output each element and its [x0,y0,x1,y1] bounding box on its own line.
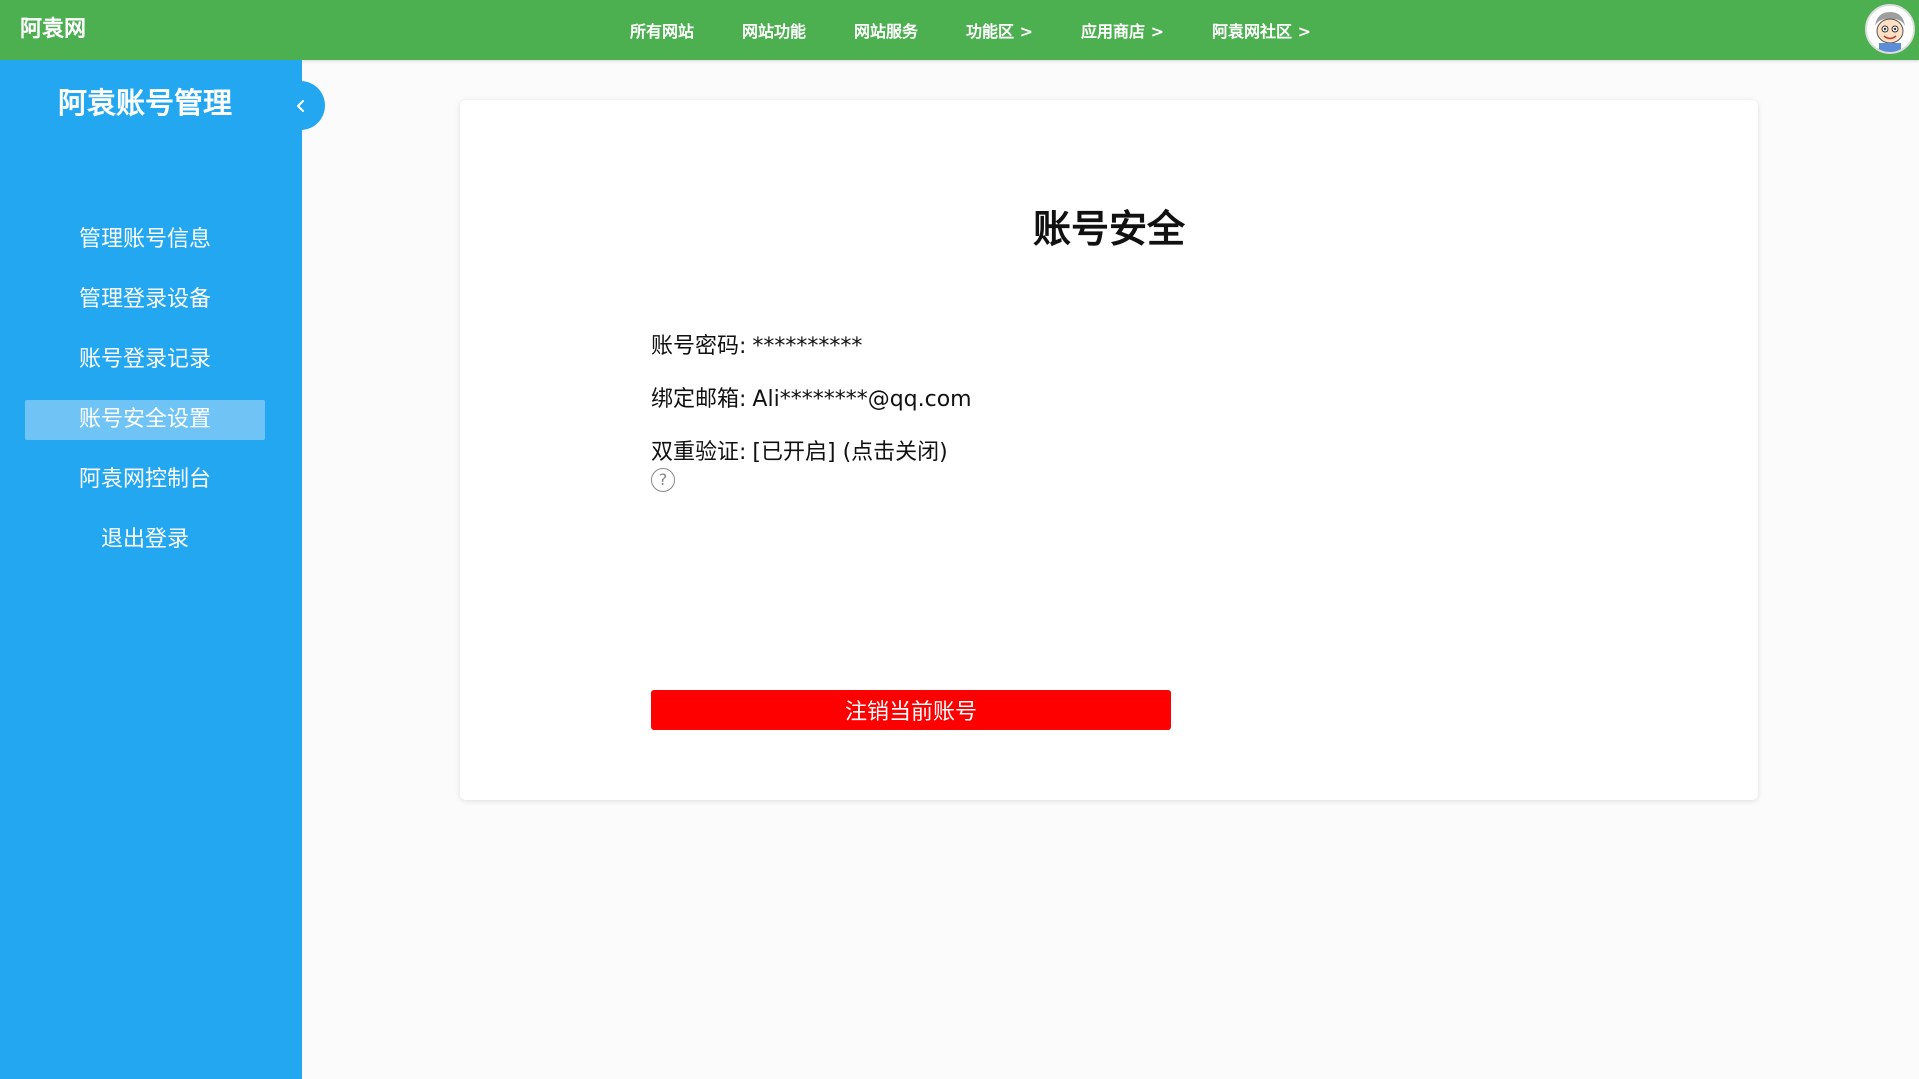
page-title: 账号安全 [1032,207,1185,251]
user-avatar[interactable] [1865,4,1915,54]
password-label: 账号密码: [651,334,747,359]
delete-account-button[interactable]: 注销当前账号 [651,690,1171,730]
top-nav: 所有网站 网站功能 网站服务 功能区 > 应用商店 > 阿袁网社区 > [630,0,1359,60]
email-value: Ali********@qq.com [752,387,972,412]
two-factor-row: 双重验证: [已开启] (点击关闭) [651,434,948,466]
help-icon[interactable]: ? [651,468,675,492]
nav-site-features[interactable]: 网站功能 [742,18,806,42]
sidebar-item-console[interactable]: 阿袁网控制台 [25,460,265,500]
email-label: 绑定邮箱: [651,387,747,412]
sidebar-item-account-info[interactable]: 管理账号信息 [25,220,265,260]
sidebar: 阿袁账号管理 管理账号信息 管理登录设备 账号登录记录 账号安全设置 阿袁网控制… [0,60,302,1079]
sidebar-menu: 管理账号信息 管理登录设备 账号登录记录 账号安全设置 阿袁网控制台 退出登录 [25,220,265,580]
cartoon-avatar-icon [1867,6,1913,52]
nav-site-services[interactable]: 网站服务 [854,18,918,42]
security-card: 账号安全 账号密码: ********** 绑定邮箱: Ali********@qq… [460,100,1758,800]
nav-app-store[interactable]: 应用商店 > [1081,18,1164,42]
two-factor-label: 双重验证: [651,440,747,465]
sidebar-item-login-devices[interactable]: 管理登录设备 [25,280,265,320]
two-factor-status: [已开启] [752,440,836,465]
brand-logo[interactable]: 阿袁网 [20,0,86,60]
top-navbar: 阿袁网 所有网站 网站功能 网站服务 功能区 > 应用商店 > 阿袁网社区 > [0,0,1919,60]
email-row: 绑定邮箱: Ali********@qq.com [651,381,972,413]
sidebar-title: 阿袁账号管理 [57,86,232,120]
chevron-left-icon [296,99,304,112]
sidebar-item-login-records[interactable]: 账号登录记录 [25,340,265,380]
nav-function-area[interactable]: 功能区 > [966,18,1033,42]
nav-community[interactable]: 阿袁网社区 > [1212,18,1311,42]
sidebar-collapse-button[interactable] [276,81,325,130]
password-row: 账号密码: ********** [651,328,862,360]
password-value: ********** [752,334,863,359]
nav-all-sites[interactable]: 所有网站 [630,18,694,42]
sidebar-item-security-settings[interactable]: 账号安全设置 [25,400,265,440]
sidebar-item-logout[interactable]: 退出登录 [25,520,265,560]
two-factor-toggle-link[interactable]: (点击关闭) [843,440,948,465]
